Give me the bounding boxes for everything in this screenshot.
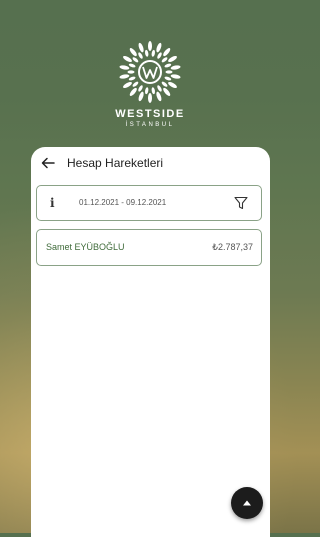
filter-button[interactable] <box>233 195 249 211</box>
date-range-label: 01.12.2021 - 09.12.2021 <box>79 198 167 207</box>
transaction-amount: ₺2.787,37 <box>212 242 253 252</box>
brand-subtitle: İSTANBUL <box>125 122 175 128</box>
back-button[interactable] <box>39 154 57 172</box>
arrow-left-icon <box>41 157 55 169</box>
transaction-name: Samet EYÜBOĞLU <box>46 242 125 252</box>
header: Hesap Hareketleri <box>31 147 270 181</box>
arrow-up-icon <box>243 500 251 506</box>
funnel-icon <box>234 196 248 210</box>
page-title: Hesap Hareketleri <box>67 156 164 170</box>
brand-name: WESTSIDE <box>115 108 185 120</box>
westside-logo <box>119 41 181 103</box>
date-filter-card: i 01.12.2021 - 09.12.2021 <box>36 185 262 221</box>
info-icon[interactable]: i <box>50 196 55 210</box>
scroll-top-button[interactable] <box>231 487 263 519</box>
transaction-row[interactable]: Samet EYÜBOĞLU ₺2.787,37 <box>36 229 262 266</box>
content-sheet: Hesap Hareketleri i 01.12.2021 - 09.12.2… <box>31 147 270 537</box>
